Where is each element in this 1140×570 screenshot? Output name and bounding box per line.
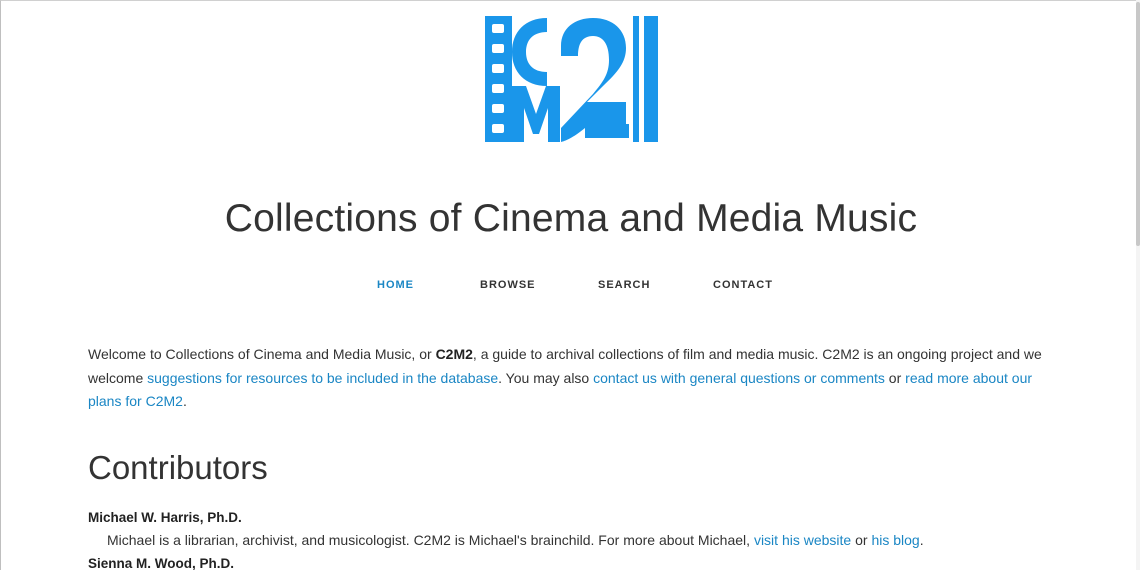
contributor-name: Sienna M. Wood, Ph.D. [88, 556, 235, 570]
scrollbar-thumb[interactable] [1136, 2, 1140, 246]
c2m2-logo[interactable] [485, 16, 661, 142]
main-nav: HOME BROWSE SEARCH CONTACT [1, 279, 1139, 295]
contact-us-link[interactable]: contact us with general questions or com… [593, 370, 885, 386]
intro-text-1: Welcome to Collections of Cinema and Med… [88, 346, 436, 362]
contributors-heading: Contributors [88, 449, 268, 486]
suggest-resources-link[interactable]: suggestions for resources to be included… [147, 370, 498, 386]
contributor-name: Michael W. Harris, Ph.D. [88, 510, 242, 525]
contributor-bio-mid: or [851, 532, 872, 548]
intro-text-5: . [182, 393, 187, 409]
nav-home[interactable]: HOME [377, 279, 414, 291]
contributor-bio-text: Michael is a librarian, archivist, and m… [107, 532, 754, 548]
contributor-bio-end: . [919, 532, 924, 548]
intro-text-3: . You may also [498, 369, 594, 386]
contributor-bio: Michael is a librarian, archivist, and m… [107, 532, 924, 548]
nav-browse[interactable]: BROWSE [480, 279, 536, 291]
intro-paragraph: Welcome to Collections of Cinema and Med… [88, 343, 1048, 414]
browser-viewport: Collections of Cinema and Media Music HO… [0, 0, 1139, 570]
visit-website-link[interactable]: visit his website [754, 532, 851, 548]
intro-c2m2-bold: C2M2 [435, 346, 473, 362]
site-title: Collections of Cinema and Media Music [224, 197, 918, 240]
nav-contact[interactable]: CONTACT [713, 279, 773, 291]
intro-text-4: or [884, 369, 906, 386]
blog-link[interactable]: his blog [871, 532, 919, 548]
scrollbar[interactable] [1136, 0, 1140, 570]
nav-search[interactable]: SEARCH [598, 279, 650, 291]
